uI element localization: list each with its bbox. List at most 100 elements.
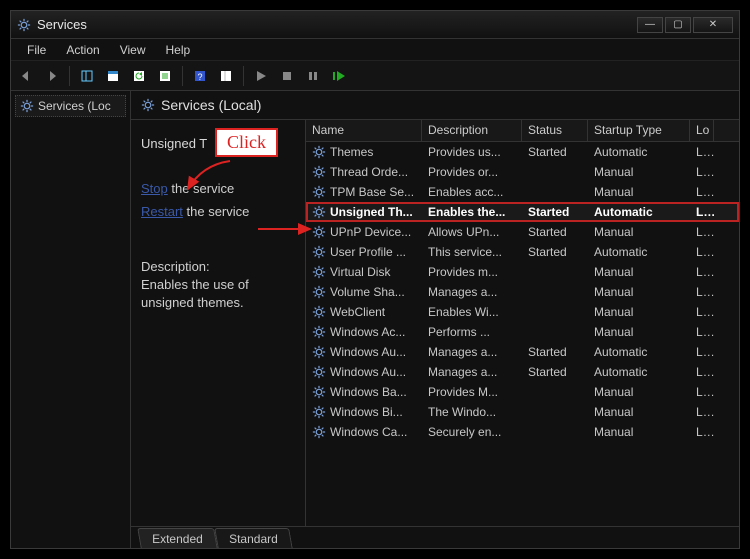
cell-status (522, 390, 588, 394)
stop-service-action: Stop the service (141, 181, 295, 196)
cell-startup-type: Manual (588, 283, 690, 301)
service-gear-icon (312, 325, 326, 339)
service-row[interactable]: Windows Bi...The Windo...ManualLc (306, 402, 739, 422)
cell-startup-type: Manual (588, 303, 690, 321)
stop-service-button[interactable] (276, 65, 298, 87)
svg-text:?: ? (197, 72, 202, 82)
service-gear-icon (312, 425, 326, 439)
forward-button[interactable] (41, 65, 63, 87)
cell-startup-type: Automatic (588, 203, 690, 221)
service-name-text: Volume Sha... (330, 285, 405, 299)
toolbar-separator (243, 66, 244, 86)
restart-service-action: Restart the service (141, 204, 295, 219)
cell-name: Windows Au... (306, 343, 422, 361)
cell-log-on-as: Lc (690, 143, 714, 161)
service-name-text: WebClient (330, 305, 385, 319)
service-gear-icon (312, 205, 326, 219)
service-name-text: Windows Ba... (330, 385, 407, 399)
service-name-text: Windows Ca... (330, 425, 407, 439)
menu-action[interactable]: Action (56, 41, 109, 59)
service-row[interactable]: TPM Base Se...Enables acc...ManualLc (306, 182, 739, 202)
cell-status (522, 270, 588, 274)
restart-service-button[interactable] (328, 65, 350, 87)
tree-root-services-local[interactable]: Services (Loc (15, 95, 126, 117)
toolbar: ? (11, 61, 739, 91)
service-row[interactable]: ThemesProvides us...StartedAutomaticLc (306, 142, 739, 162)
service-name-text: Windows Au... (330, 345, 406, 359)
service-row[interactable]: Volume Sha...Manages a...ManualLc (306, 282, 739, 302)
tab-extended[interactable]: Extended (137, 528, 217, 548)
restart-rest-text: the service (183, 204, 249, 219)
list-panel: Name Description Status Startup Type Lo … (306, 120, 739, 526)
refresh-button[interactable] (128, 65, 150, 87)
col-description[interactable]: Description (422, 120, 522, 141)
cell-status (522, 290, 588, 294)
service-row[interactable]: Windows Au...Manages a...StartedAutomati… (306, 342, 739, 362)
cell-log-on-as: Lc (690, 343, 714, 361)
service-gear-icon (312, 405, 326, 419)
cell-description: Manages a... (422, 343, 522, 361)
back-button[interactable] (15, 65, 37, 87)
restart-link[interactable]: Restart (141, 204, 183, 219)
cell-description: Enables the... (422, 203, 522, 221)
col-startup-type[interactable]: Startup Type (588, 120, 690, 141)
service-row[interactable]: User Profile ...This service...StartedAu… (306, 242, 739, 262)
service-row[interactable]: WebClientEnables Wi...ManualLc (306, 302, 739, 322)
pause-service-button[interactable] (302, 65, 324, 87)
toolbar-separator (182, 66, 183, 86)
cell-log-on-as: Lc (690, 383, 714, 401)
help-topics-button[interactable] (215, 65, 237, 87)
properties-button[interactable] (154, 65, 176, 87)
cell-log-on-as: Lc (690, 363, 714, 381)
help-button[interactable]: ? (189, 65, 211, 87)
start-service-button[interactable] (250, 65, 272, 87)
service-gear-icon (312, 185, 326, 199)
cell-startup-type: Manual (588, 223, 690, 241)
cell-name: Unsigned Th... (306, 203, 422, 221)
cell-status (522, 410, 588, 414)
cell-startup-type: Manual (588, 323, 690, 341)
minimize-button[interactable]: — (637, 17, 663, 33)
cell-description: Performs ... (422, 323, 522, 341)
cell-log-on-as: Lc (690, 203, 714, 221)
cell-name: Windows Ba... (306, 383, 422, 401)
cell-status (522, 190, 588, 194)
cell-log-on-as: Lc (690, 183, 714, 201)
service-row[interactable]: Unsigned Th...Enables the...StartedAutom… (306, 202, 739, 222)
service-gear-icon (312, 265, 326, 279)
menu-file[interactable]: File (17, 41, 56, 59)
cell-log-on-as: Lc (690, 403, 714, 421)
service-row[interactable]: Windows Au...Manages a...StartedAutomati… (306, 362, 739, 382)
cell-log-on-as: Lc (690, 303, 714, 321)
service-row[interactable]: Windows Ac...Performs ...ManualLc (306, 322, 739, 342)
service-row[interactable]: Virtual DiskProvides m...ManualLc (306, 262, 739, 282)
export-list-button[interactable] (102, 65, 124, 87)
cell-startup-type: Manual (588, 163, 690, 181)
service-row[interactable]: Windows Ba...Provides M...ManualLc (306, 382, 739, 402)
tab-standard[interactable]: Standard (214, 528, 292, 548)
close-button[interactable]: ✕ (693, 17, 733, 33)
col-log-on-as[interactable]: Lo (690, 120, 714, 141)
cell-description: The Windo... (422, 403, 522, 421)
col-name[interactable]: Name (306, 120, 422, 141)
stop-link[interactable]: Stop (141, 181, 168, 196)
maximize-button[interactable]: ▢ (665, 17, 691, 33)
service-name-text: UPnP Device... (330, 225, 411, 239)
service-row[interactable]: UPnP Device...Allows UPn...StartedManual… (306, 222, 739, 242)
menu-help[interactable]: Help (156, 41, 201, 59)
menu-view[interactable]: View (110, 41, 156, 59)
service-gear-icon (20, 99, 34, 113)
service-row[interactable]: Thread Orde...Provides or...ManualLc (306, 162, 739, 182)
col-status[interactable]: Status (522, 120, 588, 141)
cell-startup-type: Automatic (588, 143, 690, 161)
cell-log-on-as: Lc (690, 223, 714, 241)
cell-name: Virtual Disk (306, 263, 422, 281)
cell-description: Manages a... (422, 283, 522, 301)
cell-name: Windows Ac... (306, 323, 422, 341)
show-hide-tree-button[interactable] (76, 65, 98, 87)
service-row[interactable]: Windows Ca...Securely en...ManualLc (306, 422, 739, 442)
titlebar[interactable]: Services — ▢ ✕ (11, 11, 739, 39)
service-gear-icon (312, 145, 326, 159)
cell-name: TPM Base Se... (306, 183, 422, 201)
cell-name: Thread Orde... (306, 163, 422, 181)
